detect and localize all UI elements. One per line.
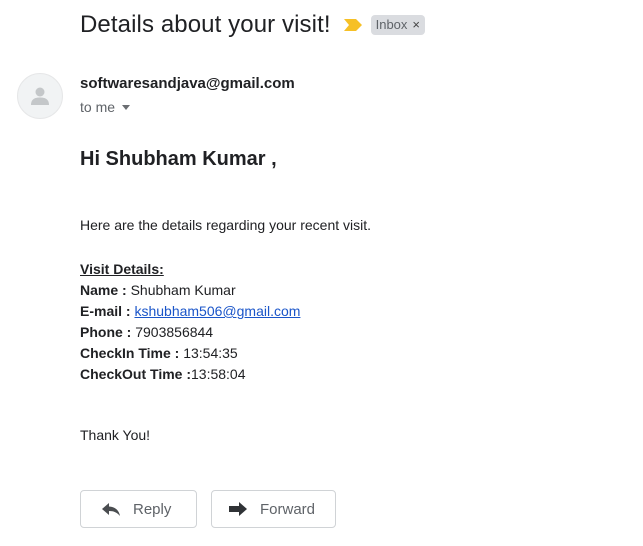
email-subject: Details about your visit!	[80, 11, 331, 38]
reply-label: Reply	[133, 500, 172, 518]
phone-value: 7903856844	[135, 324, 214, 340]
reply-button[interactable]: Reply	[80, 490, 197, 528]
sender-avatar[interactable]	[17, 73, 63, 119]
forward-button[interactable]: Forward	[211, 490, 336, 528]
subject-row: Details about your visit! Inbox ×	[80, 11, 426, 39]
chevron-down-icon[interactable]	[122, 104, 131, 110]
checkin-value: 13:54:35	[183, 345, 238, 361]
name-row: Name : Shubham Kumar	[80, 280, 300, 301]
forward-arrow-icon	[229, 502, 247, 516]
checkout-row: CheckOut Time :13:58:04	[80, 364, 300, 385]
checkout-label: CheckOut Time :	[80, 366, 191, 382]
email-view: Details about your visit! Inbox × softwa…	[0, 0, 643, 546]
phone-row: Phone : 7903856844	[80, 322, 300, 343]
forward-label: Forward	[260, 500, 316, 518]
email-closing: Thank You!	[80, 427, 151, 443]
email-greeting: Hi Shubham Kumar ,	[80, 148, 277, 170]
person-icon	[31, 87, 49, 105]
checkin-label: CheckIn Time :	[80, 345, 184, 361]
phone-label: Phone :	[80, 324, 136, 340]
reply-arrow-icon	[102, 503, 120, 516]
recipient-row[interactable]: to me	[80, 99, 131, 115]
important-marker-icon[interactable]	[343, 18, 363, 32]
checkout-value: 13:58:04	[191, 366, 246, 382]
email-intro: Here are the details regarding your rece…	[80, 217, 372, 233]
label-text: Inbox	[375, 17, 408, 32]
name-value: Shubham Kumar	[130, 282, 236, 298]
inbox-label-chip: Inbox ×	[370, 15, 426, 35]
sender-email[interactable]: softwaresandjava@gmail.com	[80, 75, 295, 92]
email-row: E-mail : kshubham506@gmail.com	[80, 301, 300, 322]
name-label: Name :	[80, 282, 131, 298]
visit-details: Visit Details: Name : Shubham Kumar E-ma…	[80, 259, 300, 385]
email-link[interactable]: kshubham506@gmail.com	[134, 303, 300, 319]
remove-label-icon[interactable]: ×	[412, 16, 420, 34]
details-heading: Visit Details:	[80, 261, 164, 277]
checkin-row: CheckIn Time : 13:54:35	[80, 343, 300, 364]
email-label: E-mail :	[80, 303, 135, 319]
recipient-text: to me	[80, 99, 116, 115]
